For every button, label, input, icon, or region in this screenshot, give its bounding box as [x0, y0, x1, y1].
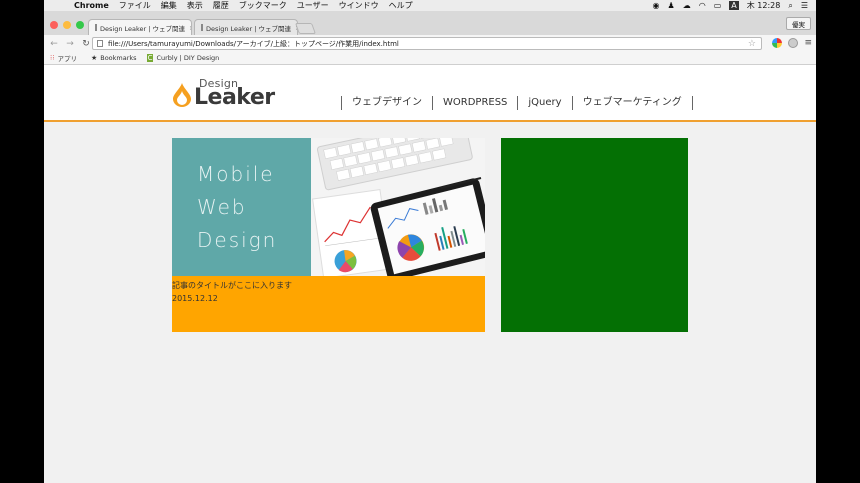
curbly-icon: C — [146, 54, 154, 62]
input-method-icon[interactable]: A — [729, 1, 739, 10]
minimize-window-button[interactable] — [63, 21, 71, 29]
url-text: file:///Users/tamurayumi/Downloads/アーカイブ… — [108, 39, 399, 48]
bookmark-bookmarks[interactable]: ★ Bookmarks — [91, 54, 137, 62]
back-arrow-icon[interactable]: ← — [48, 38, 60, 50]
reload-icon[interactable]: ↻ — [80, 38, 92, 50]
star-icon: ★ — [90, 54, 98, 62]
sidebar-green-block — [501, 138, 688, 332]
record-icon[interactable]: ◉ — [653, 1, 660, 10]
page-icon — [97, 40, 103, 47]
person-icon[interactable]: ♟ — [668, 1, 675, 10]
profile-button[interactable]: 優実 — [786, 17, 811, 30]
address-bar[interactable]: file:///Users/tamurayumi/Downloads/アーカイブ… — [92, 37, 762, 50]
forward-arrow-icon[interactable]: → — [64, 38, 76, 50]
browser-tab-1[interactable]: Design Leaker | ウェブ関連 × — [88, 19, 192, 35]
tab-title: Design Leaker | ウェブ関連 — [206, 24, 292, 33]
wifi-icon[interactable]: ◠ — [699, 1, 706, 10]
article-date: 2015.12.12 — [172, 294, 218, 303]
browser-window: Design Leaker | ウェブ関連 × Design Leaker | … — [44, 11, 816, 483]
window-controls — [50, 21, 84, 29]
tab-title: Design Leaker | ウェブ関連 — [100, 24, 186, 33]
menu-window[interactable]: ウインドウ — [339, 0, 379, 11]
nav-web-design[interactable]: ウェブデザイン — [342, 96, 433, 110]
article-thumbnail: Mobile Web Design — [172, 138, 485, 276]
tablet-charts-photo — [311, 138, 485, 276]
hero-text-panel: Mobile Web Design — [172, 138, 311, 276]
bookmark-star-icon[interactable]: ☆ — [748, 38, 756, 50]
page-icon — [95, 24, 97, 31]
close-window-button[interactable] — [50, 21, 58, 29]
tablet-photo-illustration — [311, 138, 485, 276]
battery-icon[interactable]: ▭ — [714, 1, 722, 10]
new-tab-button[interactable] — [294, 23, 317, 34]
hero-line-web: Web — [197, 195, 247, 219]
cloud-icon[interactable]: ☁ — [683, 1, 691, 10]
menu-file[interactable]: ファイル — [119, 0, 151, 11]
bookmark-apps[interactable]: ⁝⁝ アプリ — [50, 53, 77, 63]
site-header: Design Leaker ウェブデザイン WORDPRESS jQuery ウ… — [44, 65, 816, 122]
tab-strip: Design Leaker | ウェブ関連 × Design Leaker | … — [44, 11, 816, 35]
menu-user[interactable]: ユーザー — [297, 0, 329, 11]
article-title[interactable]: 記事のタイトルがここに入ります — [172, 280, 292, 291]
browser-tab-2[interactable]: Design Leaker | ウェブ関連 × — [194, 19, 298, 35]
nav-jquery[interactable]: jQuery — [518, 96, 573, 110]
mac-menubar: Chrome ファイル 編集 表示 履歴 ブックマーク ユーザー ウインドウ ヘ… — [44, 0, 816, 11]
menu-app-name[interactable]: Chrome — [74, 1, 109, 10]
site-logo[interactable]: Design Leaker — [172, 77, 290, 110]
nav-wordpress[interactable]: WORDPRESS — [433, 96, 519, 110]
web-page: Design Leaker ウェブデザイン WORDPRESS jQuery ウ… — [44, 65, 816, 483]
global-nav: ウェブデザイン WORDPRESS jQuery ウェブマーケティング — [341, 96, 693, 110]
menu-history[interactable]: 履歴 — [213, 0, 229, 11]
bookmarks-bar: ⁝⁝ アプリ ★ Bookmarks C Curbly | DIY Design — [44, 52, 816, 65]
spotlight-search-icon[interactable]: ⌕ — [788, 1, 792, 11]
color-picker-extension-icon[interactable] — [772, 38, 783, 48]
menu-bookmarks[interactable]: ブックマーク — [239, 0, 287, 11]
menu-hamburger-icon[interactable]: ≡ — [804, 38, 812, 48]
bookmark-curbly[interactable]: C Curbly | DIY Design — [146, 54, 219, 62]
menu-edit[interactable]: 編集 — [161, 0, 177, 11]
clock[interactable]: 木 12:28 — [747, 0, 781, 11]
hero-line-mobile: Mobile — [197, 162, 275, 186]
article-card[interactable]: Mobile Web Design 記事のタイトルがここに入ります 2015.1… — [172, 138, 485, 332]
menu-help[interactable]: ヘルプ — [389, 0, 413, 11]
browser-toolbar: ← → ↻ file:///Users/tamurayumi/Downloads… — [44, 35, 816, 52]
nav-web-marketing[interactable]: ウェブマーケティング — [573, 96, 693, 110]
menu-view[interactable]: 表示 — [187, 0, 203, 11]
toolbar-extensions: ≡ — [772, 38, 812, 48]
extension-icon[interactable] — [788, 38, 799, 48]
notification-list-icon[interactable]: ☰ — [801, 1, 808, 10]
flame-drop-icon — [173, 83, 191, 107]
logo-word-leaker: Leaker — [194, 85, 275, 110]
zoom-window-button[interactable] — [76, 21, 84, 29]
hero-line-design: Design — [197, 228, 278, 252]
page-icon — [201, 24, 203, 31]
menubar-status-area: ◉ ♟ ☁ ◠ ▭ A 木 12:28 ⌕ ☰ — [653, 0, 816, 11]
close-tab-icon[interactable]: × — [185, 24, 191, 32]
apps-grid-icon: ⁝⁝ — [50, 54, 55, 62]
